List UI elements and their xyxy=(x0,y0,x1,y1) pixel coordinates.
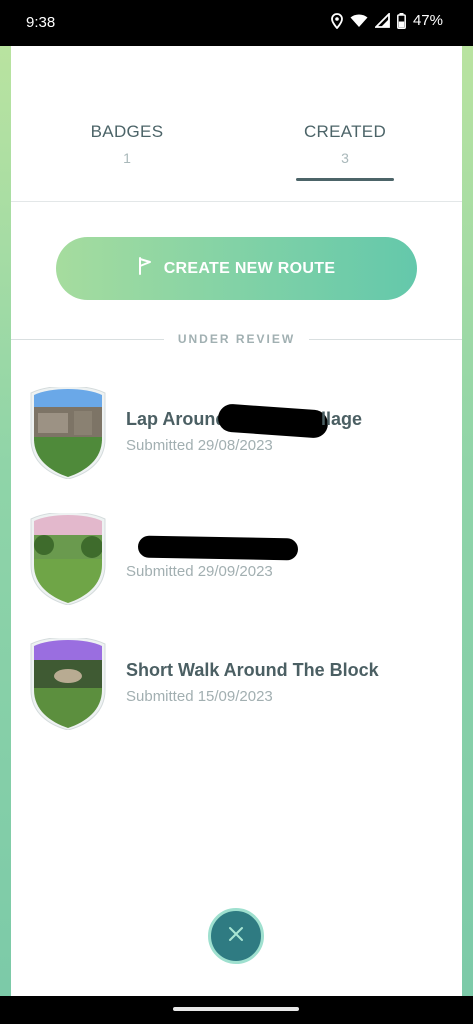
signal-icon xyxy=(374,13,390,28)
route-item[interactable]: Short Walk Around The Block Submitted 15… xyxy=(28,638,448,730)
screen: 9:38 47% BADGES 1 CREATED 3 CREATE NEW R… xyxy=(0,0,473,1024)
wifi-icon xyxy=(350,14,368,28)
status-icons: 47% xyxy=(331,12,443,29)
section-label: UNDER REVIEW xyxy=(177,332,296,346)
route-name: Lap Around xyxy=(126,409,226,430)
route-item[interactable]: Submitted 29/09/2023 xyxy=(28,513,448,605)
tab-badges-label: BADGES xyxy=(90,122,164,141)
route-name-text: Lap Around xyxy=(126,409,227,429)
status-bar: 9:38 47% xyxy=(0,0,473,46)
create-new-route-button[interactable]: CREATE NEW ROUTE xyxy=(56,237,417,300)
section-line-left xyxy=(11,338,164,340)
route-submitted-date: Submitted 15/09/2023 xyxy=(126,688,273,705)
route-shield-icon xyxy=(30,513,106,605)
close-icon xyxy=(228,926,244,947)
active-tab-indicator xyxy=(296,178,394,181)
create-new-route-label: CREATE NEW ROUTE xyxy=(163,259,336,277)
routes-panel: BADGES 1 CREATED 3 CREATE NEW ROUTE UNDE… xyxy=(11,46,462,996)
route-submitted-date: Submitted 29/08/2023 xyxy=(126,437,273,454)
home-handle[interactable] xyxy=(173,1007,299,1011)
route-shield-icon xyxy=(30,638,106,730)
redaction-mark xyxy=(217,403,329,439)
tab-created-label: CREATED xyxy=(303,122,387,141)
route-shield-icon xyxy=(30,387,106,479)
flag-icon xyxy=(138,257,152,280)
section-heading: UNDER REVIEW xyxy=(11,332,462,346)
tab-created[interactable]: CREATED 3 xyxy=(275,122,415,166)
route-item[interactable]: Lap Around llage Submitted 29/08/2023 xyxy=(28,387,448,479)
route-submitted-date: Submitted 29/09/2023 xyxy=(126,563,273,580)
tab-created-count: 3 xyxy=(341,150,349,166)
route-name-suffix: llage xyxy=(321,409,363,429)
route-name: Short Walk Around The Block xyxy=(126,660,379,680)
battery-icon xyxy=(397,12,406,29)
battery-percent: 47% xyxy=(412,12,443,29)
tabs-divider xyxy=(11,201,462,202)
tab-badges-count: 1 xyxy=(123,150,131,166)
tab-badges[interactable]: BADGES 1 xyxy=(57,122,197,166)
location-icon xyxy=(331,12,343,29)
section-line-right xyxy=(309,338,462,340)
redaction-mark xyxy=(137,535,299,561)
navigation-bar xyxy=(0,996,473,1024)
status-time: 9:38 xyxy=(26,14,56,31)
close-button[interactable] xyxy=(208,908,264,964)
